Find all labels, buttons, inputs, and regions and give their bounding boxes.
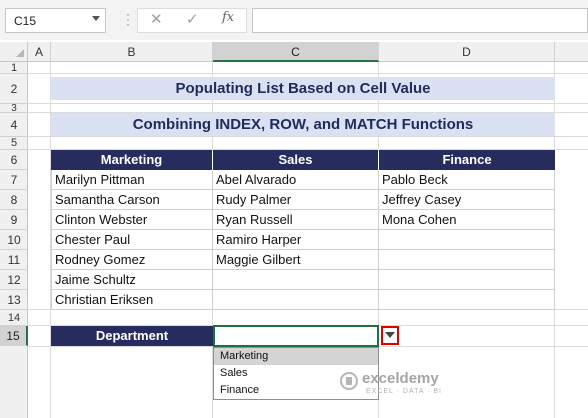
table-cell[interactable]: Samantha Carson <box>51 190 213 210</box>
formula-input[interactable] <box>252 8 588 33</box>
row-header-3[interactable]: 3 <box>0 104 28 114</box>
page-title: Populating List Based on Cell Value <box>51 77 555 100</box>
table-header-finance[interactable]: Finance <box>379 150 555 170</box>
formula-bar-grip-icon: ⋮ <box>121 11 135 27</box>
table-cell[interactable] <box>213 270 379 290</box>
table-cell[interactable]: Jaime Schultz <box>51 270 213 290</box>
table-header-marketing[interactable]: Marketing <box>51 150 213 170</box>
table-cell[interactable]: Clinton Webster <box>51 210 213 230</box>
enter-icon[interactable]: ✓ <box>186 11 199 29</box>
watermark-name: exceldemy <box>362 370 439 387</box>
row-header-8[interactable]: 8 <box>0 190 28 210</box>
row-header-10[interactable]: 10 <box>0 230 28 250</box>
table-cell[interactable]: Maggie Gilbert <box>213 250 379 270</box>
table-header-sales[interactable]: Sales <box>213 150 379 170</box>
column-header-c[interactable]: C <box>213 42 379 62</box>
row-header-7[interactable]: 7 <box>0 170 28 190</box>
page-subtitle: Combining INDEX, ROW, and MATCH Function… <box>51 113 555 136</box>
table-cell[interactable]: Abel Alvarado <box>213 170 379 190</box>
row-header-13[interactable]: 13 <box>0 290 28 310</box>
row-header-6[interactable]: 6 <box>0 150 28 170</box>
dropdown-option-marketing[interactable]: Marketing <box>214 348 378 365</box>
table-cell[interactable]: Ryan Russell <box>213 210 379 230</box>
table-cell[interactable]: Mona Cohen <box>379 210 555 230</box>
table-cell[interactable] <box>213 290 379 310</box>
insert-function-icon[interactable]: fx <box>222 10 234 25</box>
row-header-9[interactable]: 9 <box>0 210 28 230</box>
column-header-b[interactable]: B <box>51 42 213 62</box>
table-cell[interactable]: Pablo Beck <box>379 170 555 190</box>
table-cell[interactable]: Marilyn Pittman <box>51 170 213 190</box>
exceldemy-logo-icon <box>340 372 358 390</box>
table-cell[interactable]: Chester Paul <box>51 230 213 250</box>
select-all-icon <box>16 49 24 57</box>
cancel-icon[interactable]: ✕ <box>150 11 163 29</box>
table-cell[interactable]: Ramiro Harper <box>213 230 379 250</box>
table-cell[interactable]: Christian Eriksen <box>51 290 213 310</box>
watermark-tagline: EXCEL · DATA · BI <box>366 388 442 395</box>
row-header-2[interactable]: 2 <box>0 74 28 104</box>
name-box[interactable]: C15 <box>5 8 106 33</box>
row-header-11[interactable]: 11 <box>0 250 28 270</box>
table-cell[interactable] <box>379 290 555 310</box>
table-cell[interactable] <box>379 250 555 270</box>
column-header-d[interactable]: D <box>379 42 555 62</box>
column-header-a[interactable]: A <box>28 42 51 62</box>
gridline <box>28 136 588 137</box>
table-cell[interactable]: Jeffrey Casey <box>379 190 555 210</box>
chevron-down-icon <box>385 332 395 338</box>
row-header-1[interactable]: 1 <box>0 62 28 74</box>
gridline <box>28 103 588 104</box>
row-header-14[interactable]: 14 <box>0 310 28 326</box>
name-box-dropdown-icon[interactable] <box>92 16 100 21</box>
table-cell[interactable]: Rudy Palmer <box>213 190 379 210</box>
row-header-15[interactable]: 15 <box>0 326 28 346</box>
row-header-4[interactable]: 4 <box>0 113 28 137</box>
table-cell[interactable]: Rodney Gomez <box>51 250 213 270</box>
row-header-5[interactable]: 5 <box>0 137 28 150</box>
gridline <box>28 73 588 74</box>
table-cell[interactable] <box>379 230 555 250</box>
department-label: Department <box>51 326 213 346</box>
department-select-cell[interactable] <box>213 325 379 347</box>
row-header-12[interactable]: 12 <box>0 270 28 290</box>
table-cell[interactable] <box>379 270 555 290</box>
